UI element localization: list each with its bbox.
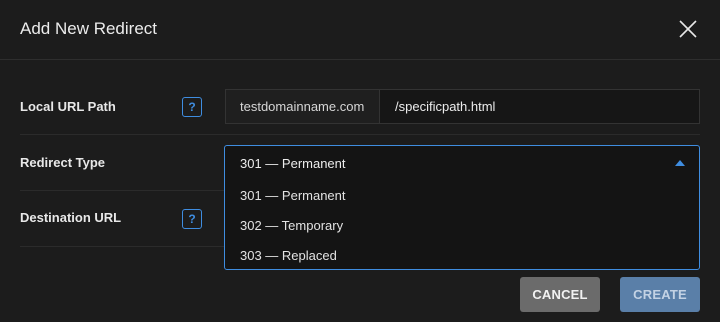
- dialog-header: Add New Redirect: [0, 0, 720, 60]
- cancel-button[interactable]: CANCEL: [520, 277, 600, 312]
- local-url-path-label: Local URL Path: [20, 99, 116, 114]
- dropdown-option-303[interactable]: 303 — Replaced: [225, 240, 699, 270]
- redirect-type-selected[interactable]: 301 — Permanent: [225, 146, 699, 180]
- close-icon[interactable]: [676, 17, 700, 41]
- url-input-group: testdomainname.com: [225, 89, 700, 124]
- help-icon[interactable]: ?: [182, 97, 202, 117]
- help-icon[interactable]: ?: [182, 209, 202, 229]
- dropdown-option-301[interactable]: 301 — Permanent: [225, 180, 699, 210]
- add-redirect-dialog: Add New Redirect Local URL Path ? testdo…: [0, 0, 720, 322]
- destination-url-label: Destination URL: [20, 210, 122, 225]
- dropdown-option-302[interactable]: 302 — Temporary: [225, 210, 699, 240]
- domain-prefix: testdomainname.com: [226, 90, 380, 123]
- redirect-type-dropdown[interactable]: 301 — Permanent 301 — Permanent 302 — Te…: [224, 145, 700, 270]
- local-url-path-row: Local URL Path ? testdomainname.com: [20, 76, 700, 135]
- redirect-type-label: Redirect Type: [20, 155, 106, 170]
- dialog-title: Add New Redirect: [20, 19, 158, 38]
- caret-up-icon: [675, 160, 685, 166]
- create-button[interactable]: CREATE: [620, 277, 700, 312]
- local-path-input[interactable]: [380, 90, 699, 123]
